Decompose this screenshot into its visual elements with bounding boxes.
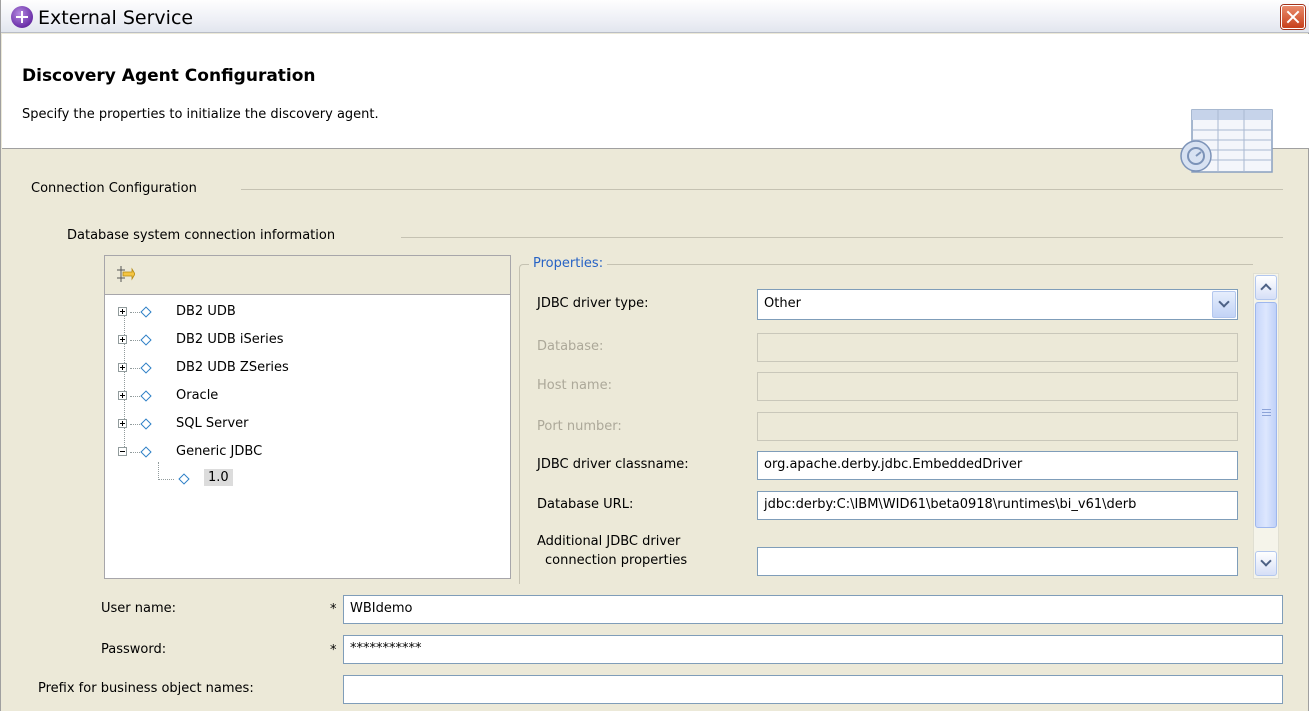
database-url-label: Database URL:: [537, 497, 634, 512]
properties-title: Properties:: [529, 256, 608, 271]
expand-icon[interactable]: [118, 363, 127, 372]
jdbc-driver-type-label: JDBC driver type:: [537, 296, 649, 311]
db-connection-group-line: [401, 237, 1283, 238]
diamond-icon: [140, 446, 152, 458]
chevron-down-icon: [1260, 555, 1272, 567]
window-title: External Service: [38, 7, 194, 29]
tree-item-label: DB2 UDB ZSeries: [176, 360, 289, 375]
scroll-thumb[interactable]: [1255, 302, 1277, 528]
password-label: Password:: [101, 642, 167, 657]
connection-configuration-label: Connection Configuration: [31, 181, 207, 196]
user-name-field[interactable]: WBIdemo: [343, 595, 1283, 624]
expand-icon[interactable]: [118, 335, 127, 344]
tree-item-generic-jdbc[interactable]: Generic JDBC: [118, 442, 418, 464]
password-required-mark: *: [330, 643, 337, 658]
user-name-required-mark: *: [330, 602, 337, 617]
diamond-icon: [140, 362, 152, 374]
database-url-field[interactable]: jdbc:derby:C:\IBM\WID61\beta0918\runtime…: [757, 491, 1238, 520]
scroll-down-button[interactable]: [1255, 551, 1277, 576]
tree-item-label: Oracle: [176, 388, 219, 403]
database-field[interactable]: [757, 333, 1238, 362]
diamond-icon: [140, 306, 152, 318]
selected-tree-item-label: 1.0: [204, 469, 233, 486]
jdbc-driver-classname-label: JDBC driver classname:: [537, 457, 689, 472]
page-title: Discovery Agent Configuration: [22, 66, 316, 86]
additional-props-label-line2: connection properties: [545, 553, 688, 568]
tree-item-sql-server[interactable]: SQL Server: [118, 414, 418, 436]
dropdown-button[interactable]: [1212, 291, 1236, 318]
wizard-table-icon: [1180, 109, 1273, 173]
page-description: Specify the properties to initialize the…: [22, 107, 379, 122]
expand-icon[interactable]: [118, 391, 127, 400]
app-icon: [11, 6, 33, 28]
tree-item-label: SQL Server: [176, 416, 249, 431]
tree-item-label: Generic JDBC: [176, 444, 263, 459]
collapse-node-icon[interactable]: [118, 447, 127, 456]
user-name-label: User name:: [101, 601, 177, 616]
expand-icon[interactable]: [118, 307, 127, 316]
connection-group-line: [241, 189, 1283, 190]
host-name-label: Host name:: [537, 378, 612, 393]
expand-icon[interactable]: [118, 419, 127, 428]
host-name-field[interactable]: [757, 372, 1238, 401]
grip-icon: [1262, 409, 1271, 416]
database-connection-info-label: Database system connection information: [67, 228, 346, 243]
tree-item-label: DB2 UDB: [176, 304, 236, 319]
scroll-up-button[interactable]: [1255, 275, 1277, 300]
collapse-all-icon[interactable]: [115, 264, 135, 284]
prefix-label: Prefix for business object names:: [38, 681, 254, 696]
tree-item-db2-udb-zseries[interactable]: DB2 UDB ZSeries: [118, 358, 418, 380]
tree-item-db2-udb[interactable]: DB2 UDB: [118, 302, 418, 324]
diamond-icon: [140, 418, 152, 430]
jdbc-driver-classname-field[interactable]: org.apache.derby.jdbc.EmbeddedDriver: [757, 451, 1238, 480]
close-button[interactable]: [1281, 5, 1305, 29]
wizard-header: Discovery Agent Configuration Specify th…: [2, 34, 1309, 173]
jdbc-driver-type-value: Other: [764, 296, 801, 311]
jdbc-driver-type-select[interactable]: Other: [757, 289, 1238, 320]
tree-item-label: DB2 UDB iSeries: [176, 332, 284, 347]
prefix-field[interactable]: [343, 675, 1283, 704]
chevron-down-icon: [1218, 296, 1230, 308]
database-label: Database:: [537, 339, 604, 354]
diamond-icon: [140, 334, 152, 346]
port-number-label: Port number:: [537, 419, 622, 434]
tree-item-db2-udb-iseries[interactable]: DB2 UDB iSeries: [118, 330, 418, 352]
port-number-field[interactable]: [757, 412, 1238, 441]
tree-item-generic-jdbc-version[interactable]: 1.0: [158, 469, 278, 491]
tree-toolbar: [105, 256, 510, 295]
tree-item-oracle[interactable]: Oracle: [118, 386, 418, 408]
title-bar: External Service: [1, 0, 1309, 33]
external-service-window: External Service Discovery Agent Configu…: [0, 0, 1309, 711]
diamond-icon: [140, 390, 152, 402]
password-field[interactable]: ***********: [343, 635, 1283, 664]
properties-scrollbar[interactable]: [1253, 273, 1279, 579]
diamond-icon: [178, 473, 190, 485]
chevron-up-icon: [1260, 283, 1272, 295]
additional-props-label-line1: Additional JDBC driver: [537, 534, 681, 549]
additional-props-field[interactable]: [757, 547, 1238, 576]
